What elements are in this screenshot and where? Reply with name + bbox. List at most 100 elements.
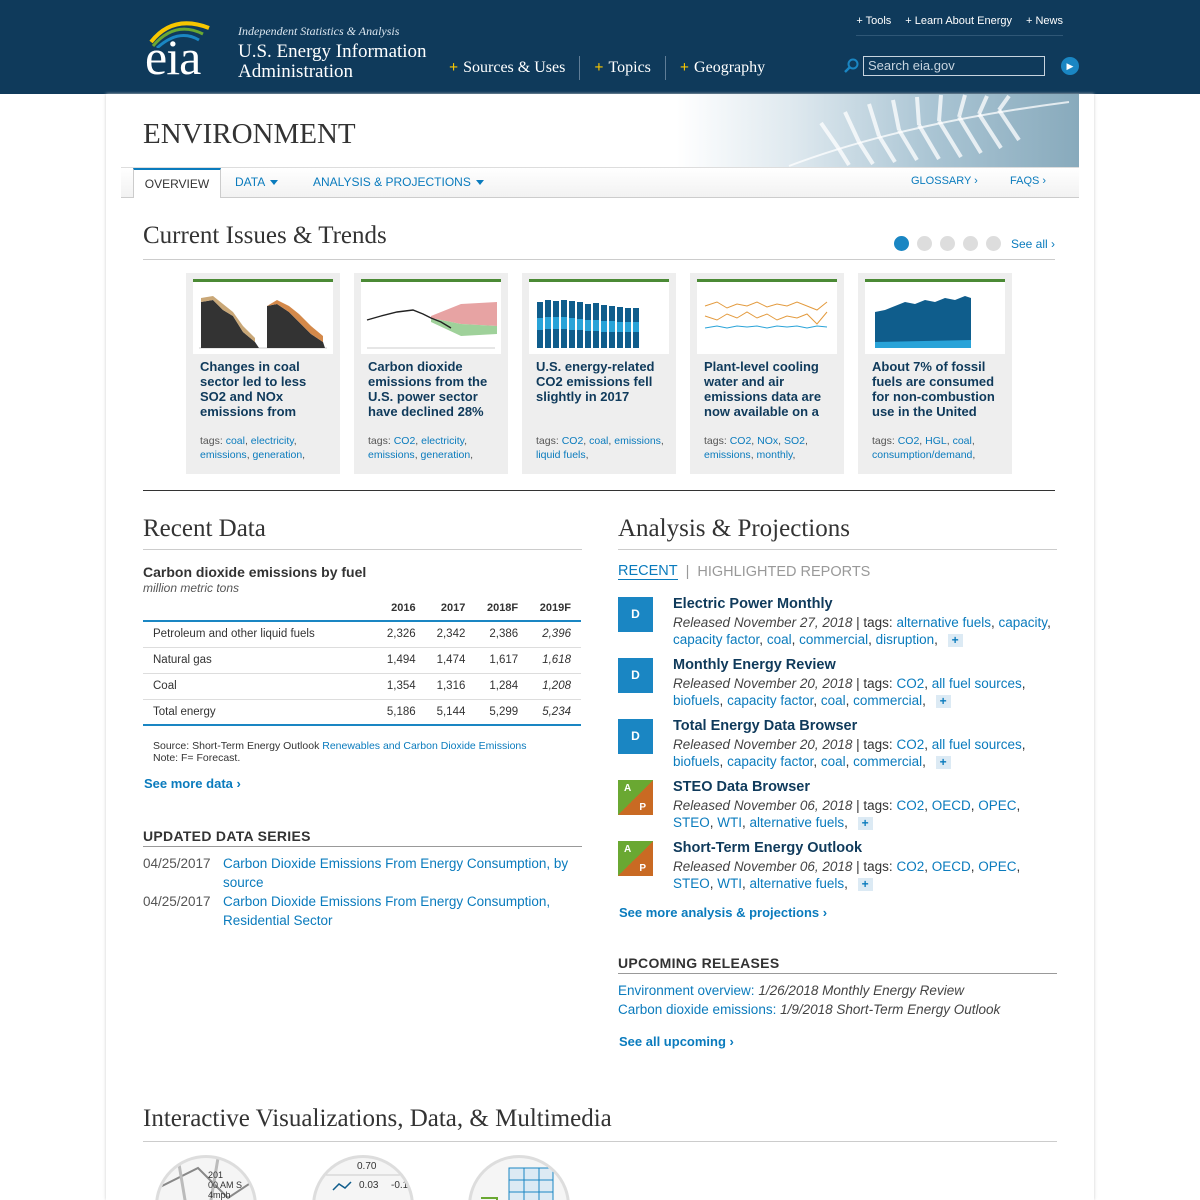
trend-card[interactable]: U.S. energy-related CO2 emissions fell s… <box>522 273 676 474</box>
tab-highlighted-reports[interactable]: HIGHLIGHTED REPORTS <box>697 564 870 580</box>
tag-link[interactable]: generation <box>253 449 303 461</box>
tag-link[interactable]: capacity <box>999 615 1048 630</box>
util-news[interactable]: + News <box>1026 15 1063 27</box>
tag-link[interactable]: all fuel sources <box>932 737 1022 752</box>
trend-card[interactable]: Changes in coal sector led to less SO2 a… <box>186 273 340 474</box>
tag-link[interactable]: coal <box>226 435 245 447</box>
trend-card[interactable]: Carbon dioxide emissions from the U.S. p… <box>354 273 508 474</box>
upcoming-link[interactable]: Carbon dioxide emissions: <box>618 1002 776 1017</box>
see-more-data-link[interactable]: See more data › <box>144 776 241 791</box>
tag-link[interactable]: OPEC <box>978 798 1016 813</box>
see-all-upcoming-link[interactable]: See all upcoming › <box>619 1034 734 1049</box>
tag-link[interactable]: CO2 <box>896 859 924 874</box>
tag-link[interactable]: commercial <box>799 632 868 647</box>
tag-link[interactable]: capacity factor <box>727 754 813 769</box>
tag-link[interactable]: STEO <box>673 815 710 830</box>
util-tools[interactable]: + Tools <box>856 15 891 27</box>
tag-link[interactable]: coal <box>767 632 792 647</box>
org-name[interactable]: U.S. Energy Information Administration <box>238 42 427 82</box>
tag-link[interactable]: consumption/demand <box>872 449 972 461</box>
tag-link[interactable]: coal <box>821 754 846 769</box>
tag-link[interactable]: electricity <box>251 435 294 447</box>
search-icon[interactable] <box>843 58 859 74</box>
more-tags-plus-icon[interactable]: + <box>947 633 963 647</box>
see-more-analysis-link[interactable]: See more analysis & projections › <box>619 905 827 920</box>
tag-link[interactable]: CO2 <box>896 737 924 752</box>
tag-link[interactable]: CO2 <box>730 435 752 447</box>
tag-link[interactable]: CO2 <box>898 435 920 447</box>
trend-card[interactable]: Plant-level cooling water and air emissi… <box>690 273 844 474</box>
tag-link[interactable]: OECD <box>932 859 971 874</box>
carousel-dot[interactable] <box>894 236 909 251</box>
tab-recent[interactable]: RECENT <box>618 563 678 580</box>
release-title[interactable]: Monthly Energy Review <box>673 657 836 673</box>
tag-link[interactable]: emissions <box>368 449 415 461</box>
link-glossary[interactable]: GLOSSARY › <box>911 175 978 187</box>
release-title[interactable]: STEO Data Browser <box>673 779 810 795</box>
tag-link[interactable]: biofuels <box>673 754 720 769</box>
search-bar: Search eia.gov ▶ <box>843 56 1079 76</box>
tag-link[interactable]: biofuels <box>673 693 720 708</box>
carousel-dot[interactable] <box>986 236 1001 251</box>
tag-link[interactable]: generation <box>421 449 471 461</box>
tag-link[interactable]: alternative fuels <box>750 876 845 891</box>
tag-link[interactable]: emissions <box>614 435 661 447</box>
tag-link[interactable]: WTI <box>717 876 742 891</box>
tab-overview[interactable]: OVERVIEW <box>133 168 221 198</box>
tag-link[interactable]: CO2 <box>394 435 416 447</box>
tag-link[interactable]: monthly <box>757 449 793 461</box>
search-input[interactable]: Search eia.gov <box>863 56 1045 76</box>
source-link[interactable]: Renewables and Carbon Dioxide Emissions <box>322 740 526 752</box>
tag-link[interactable]: SO2 <box>784 435 805 447</box>
tag-link[interactable]: commercial <box>853 693 922 708</box>
tab-data[interactable]: DATA <box>235 175 279 189</box>
series-link[interactable]: Carbon Dioxide Emissions From Energy Con… <box>223 892 583 930</box>
carousel-dot[interactable] <box>940 236 955 251</box>
more-tags-plus-icon[interactable]: + <box>857 877 873 891</box>
tag-link[interactable]: emissions <box>200 449 247 461</box>
tag-link[interactable]: OPEC <box>978 859 1016 874</box>
tag-link[interactable]: all fuel sources <box>932 676 1022 691</box>
tag-link[interactable]: CO2 <box>896 798 924 813</box>
more-tags-plus-icon[interactable]: + <box>935 694 951 708</box>
tag-link[interactable]: alternative fuels <box>896 615 991 630</box>
viz-thumbnail-table[interactable]: 0.70 0.03 -0.1 <box>312 1155 414 1200</box>
see-all-trends-link[interactable]: See all › <box>1011 237 1055 251</box>
eia-logo[interactable]: eia <box>143 18 223 82</box>
tag-link[interactable]: disruption <box>876 632 935 647</box>
tag-link[interactable]: OECD <box>932 798 971 813</box>
tab-analysis-projections[interactable]: ANALYSIS & PROJECTIONS <box>313 175 484 189</box>
upcoming-link[interactable]: Environment overview: <box>618 983 755 998</box>
release-title[interactable]: Short-Term Energy Outlook <box>673 840 862 856</box>
release-title[interactable]: Electric Power Monthly <box>673 596 833 612</box>
tag-link[interactable]: capacity factor <box>673 632 759 647</box>
tag-link[interactable]: electricity <box>421 435 464 447</box>
search-submit-button[interactable]: ▶ <box>1061 57 1079 75</box>
tag-link[interactable]: CO2 <box>896 676 924 691</box>
carousel-dot[interactable] <box>963 236 978 251</box>
tag-link[interactable]: coal <box>821 693 846 708</box>
trend-card[interactable]: About 7% of fossil fuels are consumed fo… <box>858 273 1012 474</box>
tag-link[interactable]: CO2 <box>562 435 584 447</box>
nav-sources-uses[interactable]: + Sources & Uses <box>449 56 579 80</box>
link-faqs[interactable]: FAQS › <box>1010 175 1046 187</box>
tag-link[interactable]: liquid fuels <box>536 449 586 461</box>
carousel-dot[interactable] <box>917 236 932 251</box>
more-tags-plus-icon[interactable]: + <box>935 755 951 769</box>
tag-link[interactable]: HGL <box>925 435 947 447</box>
tag-link[interactable]: alternative fuels <box>750 815 845 830</box>
util-learn-about-energy[interactable]: + Learn About Energy <box>905 15 1012 27</box>
more-tags-plus-icon[interactable]: + <box>857 816 873 830</box>
tag-link[interactable]: coal <box>953 435 972 447</box>
tag-link[interactable]: emissions <box>704 449 751 461</box>
nav-geography[interactable]: + Geography <box>666 56 779 80</box>
tag-link[interactable]: coal <box>589 435 608 447</box>
tag-link[interactable]: STEO <box>673 876 710 891</box>
tag-link[interactable]: commercial <box>853 754 922 769</box>
tag-link[interactable]: NOx <box>757 435 778 447</box>
nav-topics[interactable]: + Topics <box>580 56 665 80</box>
tag-link[interactable]: WTI <box>717 815 742 830</box>
tag-link[interactable]: capacity factor <box>727 693 813 708</box>
series-link[interactable]: Carbon Dioxide Emissions From Energy Con… <box>223 854 583 892</box>
release-title[interactable]: Total Energy Data Browser <box>673 718 857 734</box>
